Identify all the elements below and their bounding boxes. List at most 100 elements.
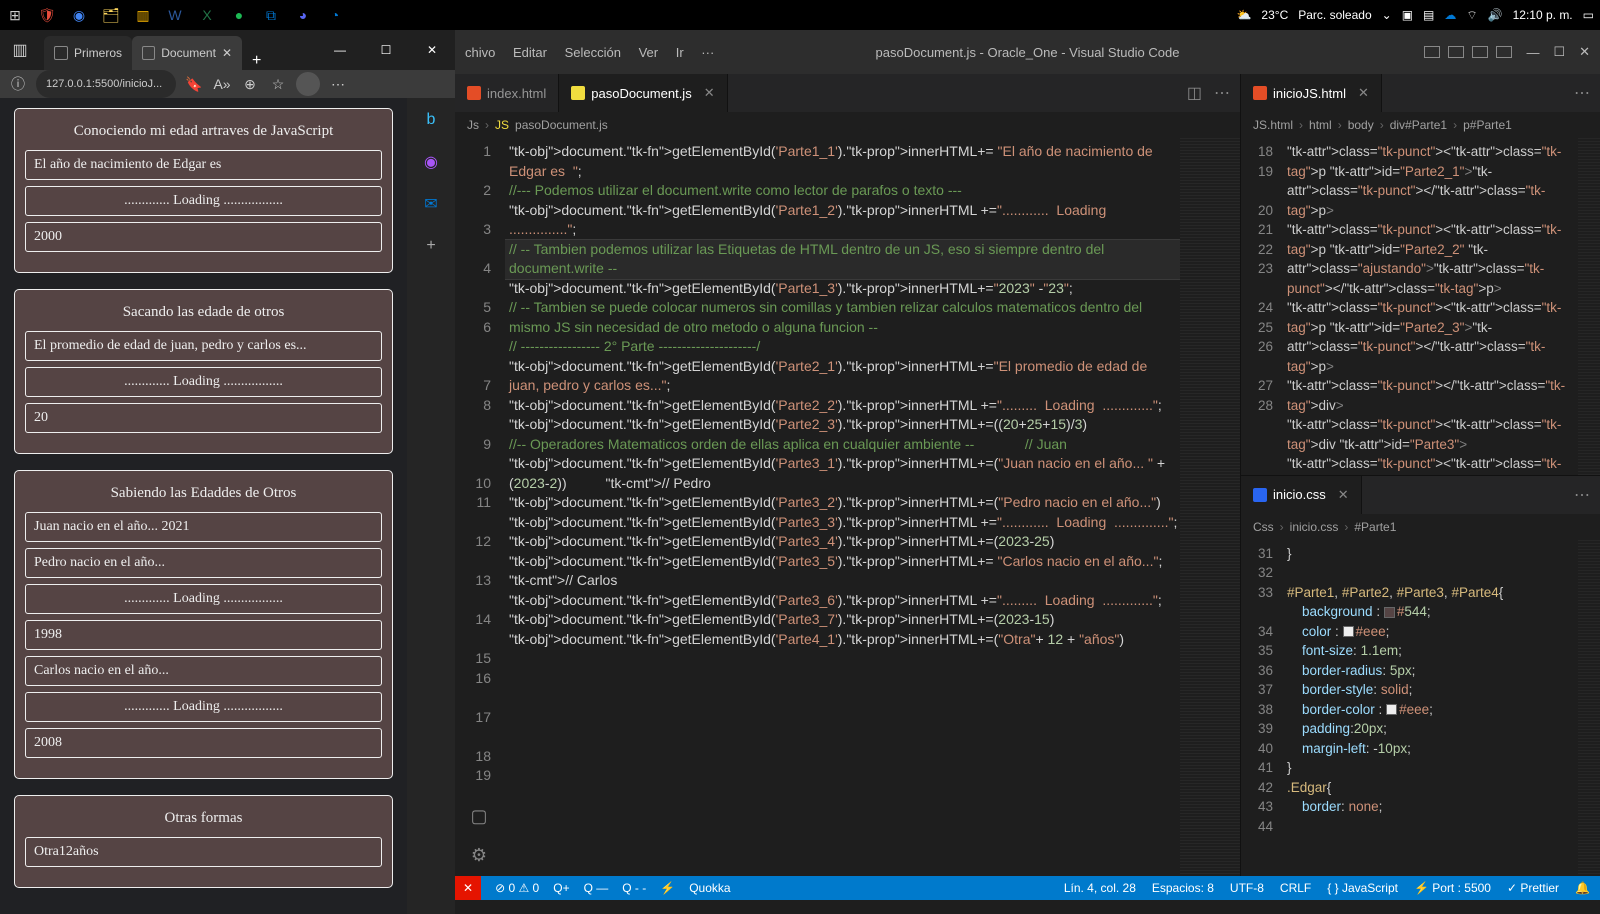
minimap[interactable]	[1578, 138, 1600, 475]
tab-actions-icon[interactable]: ▥	[0, 40, 40, 60]
close-icon[interactable]: ✕	[1358, 85, 1369, 101]
maximize-button[interactable]: ☐	[1553, 44, 1565, 60]
eol[interactable]: CRLF	[1280, 881, 1311, 895]
address-bar[interactable]: 127.0.0.1:5500/inicioJ...	[36, 70, 176, 98]
excel-icon[interactable]: X	[198, 6, 216, 24]
favorite-icon[interactable]: ☆	[268, 74, 288, 94]
card-line: 20	[25, 403, 382, 433]
discord-icon[interactable]: ◕	[294, 6, 312, 24]
code-editor[interactable]: 313233 3435363738394041424344 }#Parte1, …	[1241, 540, 1600, 877]
content-card: Sabiendo las Edaddes de OtrosJuan nacio …	[14, 470, 393, 779]
editor-tab[interactable]: inicio.css ✕	[1241, 476, 1362, 514]
notification-icon[interactable]: ▭	[1583, 8, 1594, 22]
main-editor-group: index.html pasoDocument.js ✕ ◫ ⋯ Js› JSp…	[455, 74, 1240, 876]
edge-sidebar: b ◉ ✉ +	[407, 98, 455, 914]
menu-item[interactable]: chivo	[465, 45, 495, 60]
info-icon[interactable]: ⓘ	[8, 74, 28, 94]
profile-avatar[interactable]	[296, 72, 320, 96]
card-line: Otra12años	[25, 837, 382, 867]
tray-icon[interactable]: ▣	[1402, 8, 1413, 22]
minimap[interactable]	[1180, 138, 1240, 876]
editor-tab[interactable]: index.html	[455, 74, 559, 112]
split-icon[interactable]: ◫	[1187, 83, 1202, 103]
close-icon[interactable]: ✕	[704, 85, 715, 101]
shield-icon[interactable]: 🛡	[38, 6, 56, 24]
editor-tab[interactable]: inicioJS.html ✕	[1241, 74, 1382, 112]
live-server[interactable]: ⚡ Port : 5500	[1414, 881, 1491, 895]
menu-item[interactable]: Ver	[639, 45, 659, 60]
vscode-titlebar: chivo Editar Selección Ver Ir ··· pasoDo…	[455, 30, 1600, 74]
menu-item[interactable]: Ir	[676, 45, 684, 60]
outlook-icon[interactable]: ✉	[419, 192, 443, 216]
code-editor[interactable]: 1 2 3 4 56 78 9 1011 12 13 14 1516 17 18…	[455, 138, 1240, 876]
editor-tab-active[interactable]: pasoDocument.js ✕	[559, 74, 727, 112]
indent[interactable]: Espacios: 8	[1152, 881, 1214, 895]
add-app-icon[interactable]: +	[419, 234, 443, 258]
minimize-button[interactable]: —	[317, 30, 363, 70]
breadcrumb[interactable]: Css›inicio.css›#Parte1	[1241, 514, 1600, 540]
card-line: El año de nacimiento de Edgar es	[25, 150, 382, 180]
copilot-icon[interactable]: ◉	[419, 150, 443, 174]
notes-icon[interactable]: ▥	[134, 6, 152, 24]
close-icon[interactable]: ✕	[1338, 487, 1349, 503]
start-icon[interactable]: ⊞	[6, 6, 24, 24]
edge-tabs: Primeros Document ✕ +	[40, 30, 271, 70]
menu-item[interactable]: Selección	[565, 45, 621, 60]
close-button[interactable]: ✕	[1579, 44, 1590, 60]
encoding[interactable]: UTF-8	[1230, 881, 1264, 895]
breadcrumb[interactable]: Js› JSpasoDocument.js	[455, 112, 1240, 138]
card-line: ............. Loading .................	[25, 367, 382, 397]
panel-icon[interactable]: ▢	[470, 806, 487, 827]
bolt-icon[interactable]: ⚡	[660, 881, 675, 895]
prettier[interactable]: ✓ Prettier	[1507, 881, 1559, 895]
read-aloud-icon[interactable]: A»	[212, 74, 232, 94]
vscode-window: chivo Editar Selección Ver Ir ··· pasoDo…	[455, 30, 1600, 900]
menu-item[interactable]: Editar	[513, 45, 547, 60]
minimap[interactable]	[1578, 540, 1600, 877]
browser-tab[interactable]: Primeros	[44, 36, 132, 70]
breadcrumb[interactable]: JS.html›html›body›div#Parte1›p#Parte1	[1241, 112, 1600, 138]
quokka-q[interactable]: Q —	[584, 881, 609, 895]
edge-titlebar: ▥ Primeros Document ✕ + — ☐ ✕	[0, 30, 455, 70]
more-icon[interactable]: ⋯	[1574, 83, 1590, 103]
minimize-button[interactable]: —	[1526, 45, 1539, 60]
language-mode[interactable]: { } JavaScript	[1327, 881, 1398, 895]
new-tab-button[interactable]: +	[242, 52, 271, 70]
vscode-icon[interactable]: ⧉	[262, 6, 280, 24]
tray-icon[interactable]: ▤	[1423, 8, 1434, 22]
zoom-icon[interactable]: ⊕	[240, 74, 260, 94]
html-icon	[1253, 86, 1267, 100]
maximize-button[interactable]: ☐	[363, 30, 409, 70]
quokka-q[interactable]: Q+	[553, 881, 569, 895]
spotify-icon[interactable]: ●	[230, 6, 248, 24]
card-line: ............. Loading .................	[25, 186, 382, 216]
word-icon[interactable]: W	[166, 6, 184, 24]
browser-tab-active[interactable]: Document ✕	[132, 36, 242, 70]
problems[interactable]: ⊘ 0 ⚠ 0	[495, 881, 539, 895]
edge-icon[interactable]: ◔	[326, 6, 344, 24]
quokka-label[interactable]: Quokka	[689, 881, 730, 895]
more-icon[interactable]: ⋯	[1214, 83, 1230, 103]
cloud-icon[interactable]: ☁	[1444, 8, 1456, 22]
quokka-q[interactable]: Q - -	[622, 881, 646, 895]
cursor-position[interactable]: Lín. 4, col. 28	[1064, 881, 1136, 895]
tray-chevron-icon[interactable]: ⌄	[1382, 8, 1392, 22]
tag-icon[interactable]: 🔖	[184, 74, 204, 94]
bing-icon[interactable]: b	[419, 108, 443, 132]
code-editor[interactable]: 1819 20212223 242526 2728 "tk-attr">clas…	[1241, 138, 1600, 475]
clock[interactable]: 12:10 p. m.	[1513, 8, 1573, 22]
close-button[interactable]: ✕	[409, 30, 455, 70]
card-line: 2008	[25, 728, 382, 758]
bell-icon[interactable]: 🔔	[1575, 881, 1590, 895]
more-icon[interactable]: ⋯	[1574, 485, 1590, 505]
chrome-icon[interactable]: ◉	[70, 6, 88, 24]
more-icon[interactable]: ⋯	[328, 74, 348, 94]
remote-indicator[interactable]: ✕	[455, 876, 481, 900]
settings-icon[interactable]: ⚙	[471, 845, 487, 866]
layout-controls[interactable]	[1424, 46, 1512, 58]
wifi-icon[interactable]: ⌔	[1466, 8, 1477, 23]
volume-icon[interactable]: 🔊	[1488, 8, 1503, 22]
menu-item[interactable]: ···	[701, 45, 714, 60]
close-icon[interactable]: ✕	[222, 46, 232, 60]
explorer-icon[interactable]: 🗂	[102, 6, 120, 24]
